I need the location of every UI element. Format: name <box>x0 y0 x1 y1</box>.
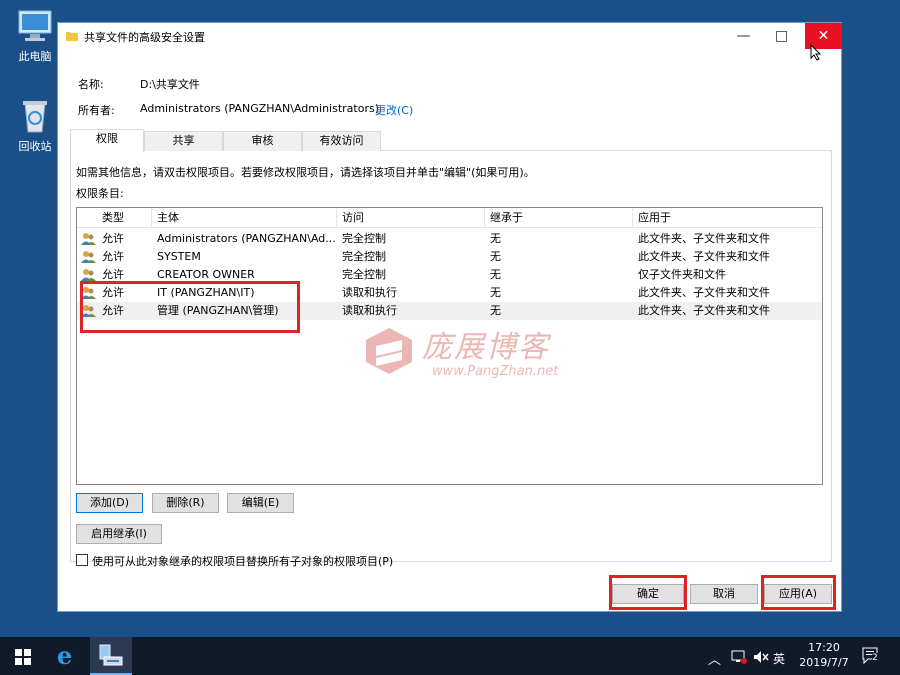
row-type: 允许 <box>102 232 124 245</box>
highlight-box-new-entries <box>80 281 300 333</box>
owner-value: Administrators (PANGZHAN\Administrators) <box>140 102 379 115</box>
hint-text: 如需其他信息，请双击权限项目。若要修改权限项目，请选择该项目并单击"编辑"(如果… <box>76 166 535 179</box>
column-header-principal[interactable]: 主体 <box>152 208 337 228</box>
server-manager-icon <box>99 644 123 666</box>
desktop-icon-label: 回收站 <box>18 140 52 153</box>
notification-count: 2 <box>872 653 878 663</box>
column-header-applies-to[interactable]: 应用于 <box>633 208 823 228</box>
row-applies-to: 此文件夹、子文件夹和文件 <box>638 304 770 317</box>
maximize-button[interactable]: □ <box>764 23 799 49</box>
tab-auditing[interactable]: 审核 <box>223 131 302 151</box>
edit-button[interactable]: 编辑(E) <box>227 493 294 513</box>
name-value: D:\共享文件 <box>140 78 200 91</box>
cursor-icon <box>810 44 822 61</box>
table-header: 类型 主体 访问 继承于 应用于 <box>77 208 822 228</box>
row-applies-to: 此文件夹、子文件夹和文件 <box>638 232 770 245</box>
row-inherited-from: 无 <box>490 286 501 299</box>
start-button[interactable] <box>0 637 46 675</box>
row-applies-to: 此文件夹、子文件夹和文件 <box>638 286 770 299</box>
desktop-icon-this-pc[interactable]: 此电脑 <box>8 8 62 64</box>
advanced-security-dialog: 共享文件的高级安全设置 — □ ✕ 名称: D:\共享文件 所有者: Admin… <box>57 22 842 612</box>
table-row[interactable]: 允许 SYSTEM 完全控制 无 此文件夹、子文件夹和文件 <box>77 248 822 266</box>
taskbar-internet-explorer[interactable]: e <box>46 637 90 675</box>
clock-date: 2019/7/7 <box>799 656 849 669</box>
watermark: 庞展博客 www.PangZhan.net <box>364 316 624 396</box>
name-label: 名称: <box>78 78 104 91</box>
enable-inheritance-button[interactable]: 启用继承(I) <box>76 524 162 544</box>
column-header-type[interactable]: 类型 <box>97 208 152 228</box>
row-inherited-from: 无 <box>490 250 501 263</box>
desktop-icon-recycle-bin[interactable]: 回收站 <box>8 98 62 154</box>
tab-effective-access[interactable]: 有效访问 <box>302 131 381 151</box>
taskbar-server-manager[interactable] <box>90 637 132 675</box>
folder-icon <box>66 32 78 41</box>
speaker-muted-icon[interactable] <box>753 650 769 664</box>
tab-share[interactable]: 共享 <box>144 131 223 151</box>
change-owner-link[interactable]: 更改(C) <box>375 102 413 118</box>
owner-label: 所有者: <box>78 104 115 117</box>
users-icon <box>81 233 96 245</box>
desktop-icon-label: 此电脑 <box>18 50 52 63</box>
row-inherited-from: 无 <box>490 268 501 281</box>
taskbar: e ︿ 英 17:20 2019/7/7 2 <box>0 637 900 675</box>
row-principal: SYSTEM <box>157 250 201 263</box>
window-title: 共享文件的高级安全设置 <box>84 31 205 44</box>
minimize-button[interactable]: — <box>726 23 761 49</box>
internet-explorer-icon: e <box>57 641 73 670</box>
row-type: 允许 <box>102 250 124 263</box>
input-method-indicator[interactable]: 英 <box>773 650 785 667</box>
highlight-box-apply <box>761 575 836 610</box>
tab-permissions[interactable]: 权限 <box>70 129 144 152</box>
network-icon[interactable] <box>731 650 747 664</box>
watermark-logo-icon <box>366 328 412 374</box>
tray-overflow-chevron-icon[interactable]: ︿ <box>708 649 721 668</box>
clock-time: 17:20 <box>808 641 840 654</box>
row-applies-to: 此文件夹、子文件夹和文件 <box>638 250 770 263</box>
action-center-button[interactable]: 2 <box>862 647 882 665</box>
row-applies-to: 仅子文件夹和文件 <box>638 268 726 281</box>
row-access: 完全控制 <box>342 250 386 263</box>
clock[interactable]: 17:20 2019/7/7 <box>796 641 852 669</box>
row-inherited-from: 无 <box>490 232 501 245</box>
row-access: 完全控制 <box>342 268 386 281</box>
replace-child-permissions-label: 使用可从此对象继承的权限项目替换所有子对象的权限项目(P) <box>92 555 394 568</box>
add-button[interactable]: 添加(D) <box>76 493 143 513</box>
cancel-button[interactable]: 取消 <box>690 584 758 604</box>
row-principal: Administrators (PANGZHAN\Ad... <box>157 232 336 245</box>
users-icon <box>81 269 96 281</box>
column-header-access[interactable]: 访问 <box>337 208 485 228</box>
table-row[interactable]: 允许 Administrators (PANGZHAN\Ad... 完全控制 无… <box>77 230 822 248</box>
windows-logo-icon <box>15 649 31 665</box>
recycle-bin-icon <box>15 98 55 134</box>
watermark-title: 庞展博客 <box>422 330 550 365</box>
row-access: 读取和执行 <box>342 286 397 299</box>
highlight-box-ok <box>609 575 687 610</box>
row-access: 完全控制 <box>342 232 386 245</box>
users-icon <box>81 251 96 263</box>
replace-child-permissions-checkbox[interactable] <box>76 554 88 566</box>
remove-button[interactable]: 删除(R) <box>152 493 219 513</box>
column-header-inherited-from[interactable]: 继承于 <box>485 208 633 228</box>
watermark-url: www.PangZhan.net <box>432 364 559 379</box>
title-bar[interactable]: 共享文件的高级安全设置 — □ ✕ <box>58 23 842 49</box>
computer-icon <box>15 8 55 44</box>
permission-entries-label: 权限条目: <box>76 187 124 200</box>
